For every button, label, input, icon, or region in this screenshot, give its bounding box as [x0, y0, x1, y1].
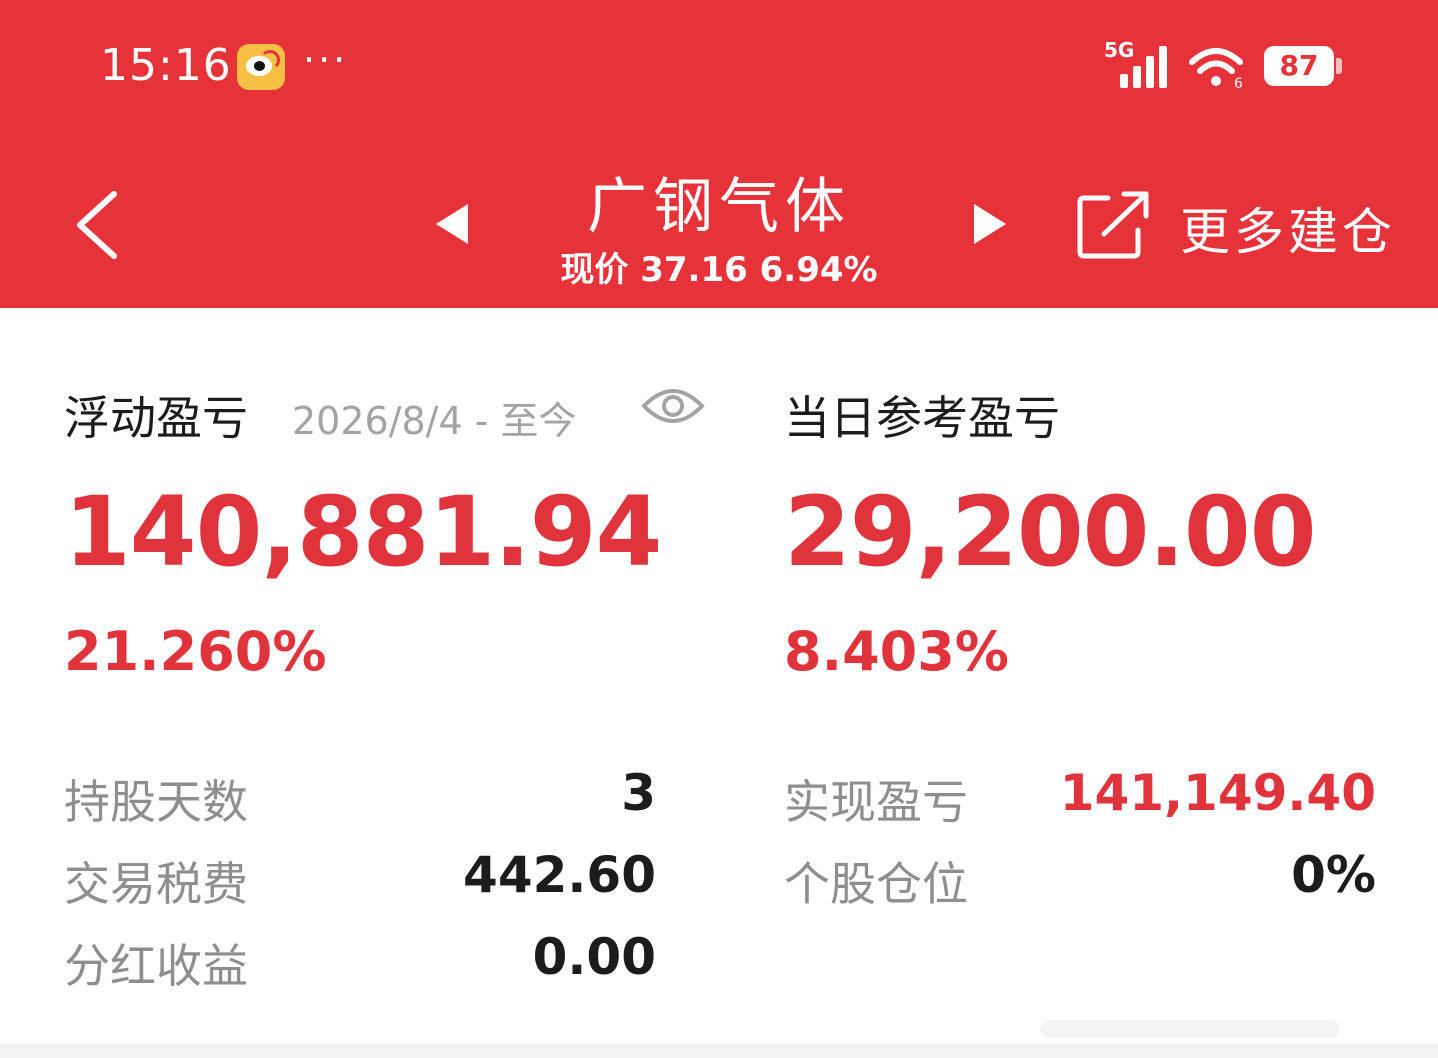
share-external-icon	[1077, 191, 1149, 259]
section-divider	[0, 1044, 1438, 1058]
eye-icon[interactable]	[640, 382, 706, 430]
weibo-icon	[237, 44, 285, 90]
daily-pnl-label: 当日参考盈亏	[784, 391, 1060, 445]
more-positions-label: 更多建仓	[1180, 203, 1396, 261]
app-header: 15:16 ··· 5G 6 87 广钢气体 现价 37.16 6.94% 更多…	[0, 0, 1438, 308]
floating-pnl-amount: 140,881.94	[64, 476, 662, 588]
dividend-label: 分红收益	[64, 939, 248, 993]
realized-pnl-value: 141,149.40	[1059, 764, 1376, 822]
date-range: 2026/8/4 - 至今	[292, 399, 577, 443]
holding-days-value: 3	[621, 764, 656, 822]
trade-fee-value: 442.60	[463, 846, 656, 904]
battery-icon: 87	[1264, 46, 1334, 86]
holding-days-label: 持股天数	[64, 775, 248, 829]
floating-pnl-percent: 21.260%	[64, 620, 327, 683]
daily-pnl-percent: 8.403%	[784, 620, 1009, 683]
daily-pnl-amount: 29,200.00	[784, 476, 1317, 588]
position-ratio-value: 0%	[1291, 846, 1376, 904]
battery-tip	[1336, 58, 1342, 74]
realized-pnl-label: 实现盈亏	[784, 775, 968, 829]
status-time: 15:16	[100, 40, 232, 91]
next-triangle-icon[interactable]	[970, 200, 1010, 248]
overflow-dots: ···	[303, 38, 349, 82]
wifi-icon: 6	[1189, 48, 1243, 90]
position-ratio-label: 个股仓位	[784, 857, 968, 911]
pnl-panel: 浮动盈亏 2026/8/4 - 至今 当日参考盈亏 140,881.94 29,…	[0, 308, 1438, 1058]
scroll-indicator	[1040, 1020, 1340, 1038]
more-positions-button[interactable]: 更多建仓	[1074, 190, 1404, 261]
floating-pnl-label: 浮动盈亏	[64, 391, 248, 445]
signal-icon	[1120, 44, 1180, 88]
trade-fee-label: 交易税费	[64, 857, 248, 911]
dividend-value: 0.00	[532, 928, 656, 986]
svg-text:6: 6	[1234, 76, 1243, 90]
